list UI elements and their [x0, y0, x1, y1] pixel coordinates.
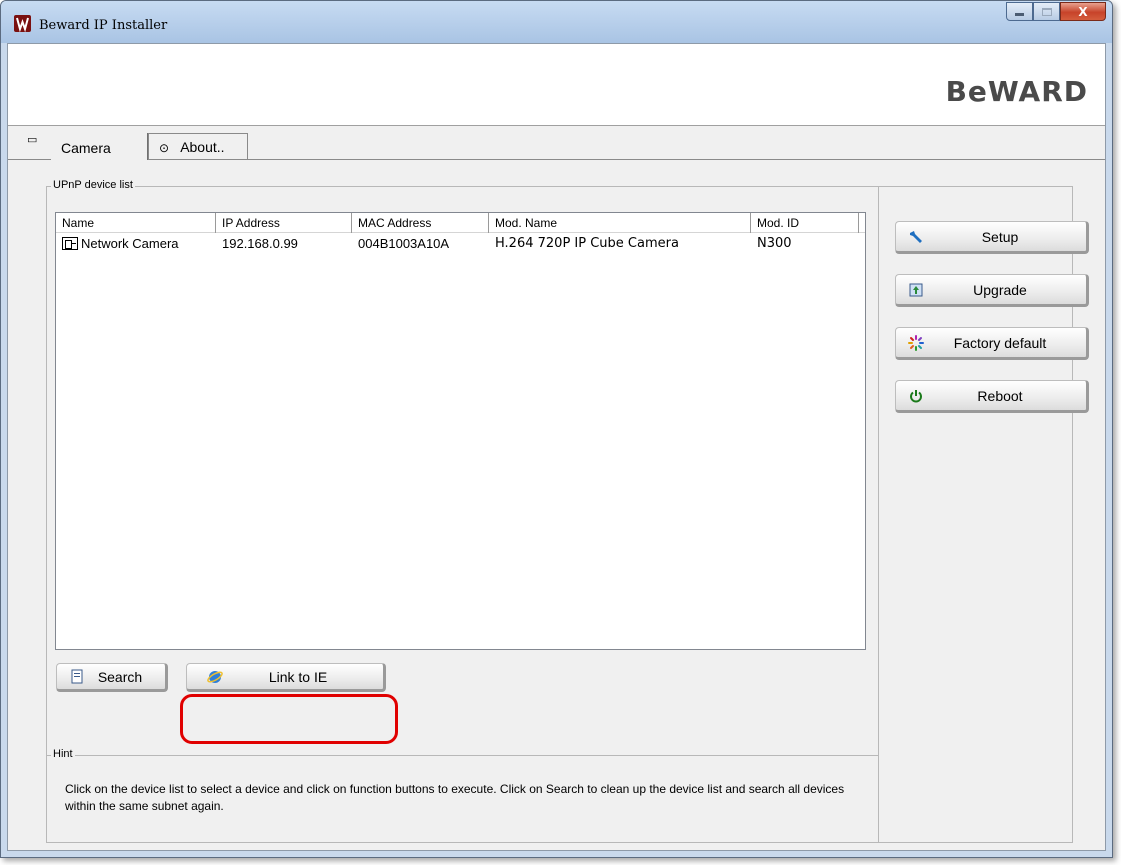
- beward-logo-icon: [14, 15, 31, 32]
- link-to-ie-label: Link to IE: [268, 668, 328, 685]
- search-button-label: Search: [97, 668, 143, 685]
- device-list-header: Name IP Address MAC Address Mod. Name Mo…: [56, 213, 865, 233]
- network-camera-icon: [62, 236, 78, 250]
- reboot-button[interactable]: Reboot: [895, 380, 1089, 413]
- window-title: Beward IP Installer: [39, 18, 168, 33]
- annotation-highlight: [180, 694, 398, 744]
- upgrade-icon: [908, 282, 924, 298]
- close-button[interactable]: X: [1060, 2, 1106, 21]
- title-bar[interactable]: Beward IP Installer X: [1, 1, 1112, 43]
- column-header-name[interactable]: Name: [56, 213, 216, 233]
- maximize-icon: [1041, 7, 1052, 16]
- reboot-button-label: Reboot: [977, 387, 1023, 404]
- window-controls: X: [1006, 2, 1106, 21]
- device-name: Network Camera: [81, 235, 179, 251]
- close-icon: X: [1078, 4, 1088, 19]
- brand-logo: BeWARD: [945, 75, 1088, 108]
- cell-ip: 192.168.0.99: [222, 235, 298, 251]
- table-row[interactable]: Network Camera 192.168.0.99 004B1003A10A…: [56, 233, 865, 253]
- panel-divider: [878, 186, 879, 843]
- hint-label: Hint: [51, 748, 75, 760]
- app-window: Beward IP Installer X BeWARD ▭ Camera ⊙ …: [0, 0, 1113, 858]
- cell-mac: 004B1003A10A: [358, 235, 450, 251]
- column-header-mod-name[interactable]: Mod. Name: [489, 213, 751, 233]
- tab-about-label: About..: [180, 139, 225, 155]
- setup-button-label: Setup: [981, 228, 1019, 245]
- setup-button[interactable]: Setup: [895, 221, 1089, 254]
- minimize-icon: [1015, 13, 1024, 16]
- client-area: BeWARD ▭ Camera ⊙ About.. UPnP device li…: [7, 43, 1106, 851]
- search-icon: [69, 669, 85, 685]
- tab-camera-label: Camera: [61, 140, 111, 156]
- cell-mod-name: H.264 720P IP Cube Camera: [495, 235, 679, 251]
- hint-separator: [46, 755, 878, 756]
- column-header-mac[interactable]: MAC Address: [352, 213, 489, 233]
- factory-default-button-label: Factory default: [953, 334, 1047, 351]
- maximize-button[interactable]: [1033, 2, 1060, 21]
- search-button[interactable]: Search: [56, 663, 168, 692]
- spinner-icon: [908, 334, 924, 351]
- info-icon: ⊙: [159, 141, 170, 155]
- link-to-ie-button[interactable]: Link to IE: [186, 663, 386, 692]
- camera-tab-icon: ▭: [27, 134, 38, 146]
- minimize-button[interactable]: [1006, 2, 1033, 21]
- tab-camera[interactable]: Camera: [51, 133, 148, 160]
- column-header-mod-id[interactable]: Mod. ID: [751, 213, 859, 233]
- upgrade-button[interactable]: Upgrade: [895, 274, 1089, 307]
- tab-strip-line: [8, 159, 51, 160]
- wrench-icon: [908, 229, 924, 245]
- internet-explorer-icon: [207, 669, 223, 685]
- device-list[interactable]: Name IP Address MAC Address Mod. Name Mo…: [55, 212, 866, 650]
- cell-name: Network Camera: [56, 236, 216, 251]
- tab-strip-line: [148, 159, 1105, 160]
- cell-mod-id: N300: [757, 235, 792, 251]
- factory-default-button[interactable]: Factory default: [895, 327, 1089, 360]
- upgrade-button-label: Upgrade: [973, 281, 1027, 298]
- column-header-ip[interactable]: IP Address: [216, 213, 352, 233]
- power-icon: [908, 388, 924, 404]
- header-banner: BeWARD: [8, 44, 1105, 126]
- device-list-group-label: UPnP device list: [51, 179, 135, 191]
- tab-about[interactable]: ⊙ About..: [148, 133, 248, 160]
- hint-text: Click on the device list to select a dev…: [65, 782, 845, 813]
